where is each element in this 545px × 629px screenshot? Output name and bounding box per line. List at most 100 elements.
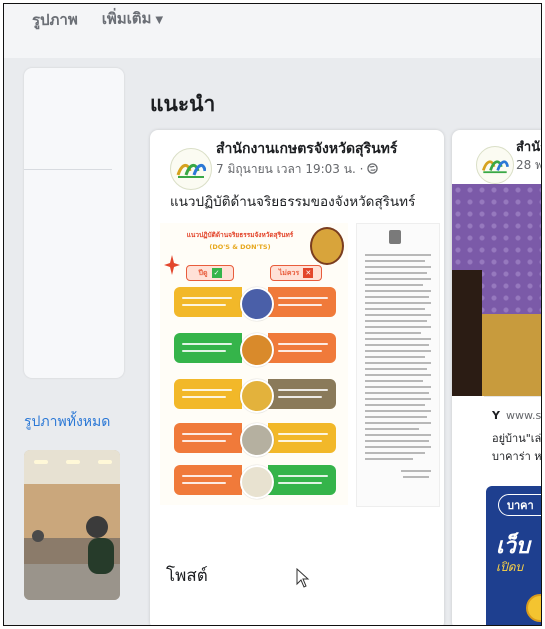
document-line bbox=[365, 404, 425, 406]
document-line bbox=[365, 410, 431, 412]
text-line bbox=[182, 350, 226, 352]
row-do-bar bbox=[174, 287, 242, 317]
cross-icon: ✕ bbox=[303, 268, 314, 278]
text-line bbox=[278, 343, 328, 345]
tab-more-label: เพิ่มเติม bbox=[101, 9, 152, 28]
photo-thumbnail[interactable] bbox=[24, 450, 120, 600]
document-line bbox=[365, 428, 419, 430]
text-line bbox=[182, 475, 232, 477]
link-icon: Y bbox=[492, 409, 500, 422]
globe-icon bbox=[367, 163, 378, 174]
row-dont-bar bbox=[268, 465, 336, 495]
poster-row bbox=[174, 423, 336, 457]
row-do-bar bbox=[174, 379, 242, 409]
row-do-bar bbox=[174, 333, 242, 363]
page-name-link[interactable]: สำนักงานเกษตรจังหวัดสุรินทร์ bbox=[216, 138, 397, 160]
text-line bbox=[278, 297, 328, 299]
ad-link-preview[interactable]: Ywww.s อยู่บ้าน"เล่น บาคาร่า หว bbox=[484, 396, 542, 487]
photo-light bbox=[66, 460, 80, 464]
ad-headline: อยู่บ้าน"เล่น bbox=[492, 432, 542, 445]
top-nav-bar: รูปภาพ เพิ่มเติม ▼ bbox=[4, 4, 541, 58]
document-line bbox=[365, 254, 431, 256]
document-line bbox=[365, 350, 431, 352]
document-line bbox=[365, 344, 429, 346]
document-line bbox=[365, 422, 431, 424]
page-avatar[interactable] bbox=[170, 148, 212, 190]
document-line bbox=[365, 434, 431, 436]
post-meta: 7 มิถุนายน เวลา 19:03 น. · bbox=[216, 160, 378, 179]
text-line bbox=[278, 304, 322, 306]
page-avatar[interactable] bbox=[476, 146, 514, 184]
ad-domain-text: www.s bbox=[505, 409, 542, 422]
document-line bbox=[365, 260, 425, 262]
row-dont-bar bbox=[268, 333, 336, 363]
document-line bbox=[365, 278, 431, 280]
text-line bbox=[182, 396, 226, 398]
page-logo-icon bbox=[176, 164, 206, 178]
ad-image-blue[interactable]: บาคา เว็บ เปิดบ bbox=[486, 486, 541, 625]
document-line bbox=[365, 362, 431, 364]
document-line bbox=[365, 356, 425, 358]
document-line bbox=[365, 392, 429, 394]
text-line bbox=[182, 343, 232, 345]
text-line bbox=[278, 396, 322, 398]
post-timestamp[interactable]: 28 พฤ bbox=[516, 156, 541, 175]
post-image-poster[interactable]: แนวปฏิบัติด้านจริยธรรมจังหวัดสุรินทร์ (D… bbox=[160, 223, 348, 505]
row-dont-bar bbox=[268, 379, 336, 409]
document-line bbox=[365, 458, 413, 460]
row-illustration bbox=[240, 423, 274, 457]
document-line bbox=[365, 338, 431, 340]
post-image-purple[interactable] bbox=[452, 184, 541, 396]
post-timestamp[interactable]: 7 มิถุนายน เวลา 19:03 น. · bbox=[216, 162, 363, 176]
mouse-cursor-icon bbox=[296, 568, 310, 588]
photo-ceiling bbox=[24, 450, 120, 484]
text-line bbox=[182, 482, 226, 484]
document-line bbox=[365, 266, 431, 268]
poster-title: แนวปฏิบัติด้านจริยธรรมจังหวัดสุรินทร์ bbox=[186, 231, 294, 239]
recommended-post-card: สำนักงานเกษตรจังหวัดสุรินทร์ 7 มิถุนายน … bbox=[150, 130, 444, 625]
document-line bbox=[365, 368, 427, 370]
document-line bbox=[365, 326, 431, 328]
screen-frame: รูปภาพ เพิ่มเติม ▼ รูปภาพทั้งหมด แนะนำ สำ… bbox=[3, 3, 542, 626]
second-post-card: สำนัก 28 พฤ Ywww.s อยู่บ้าน"เล่น บาคาร่า… bbox=[452, 130, 542, 625]
document-line bbox=[365, 296, 429, 298]
do-tag: ปีดู ✓ bbox=[186, 265, 234, 281]
document-line bbox=[365, 272, 427, 274]
document-line bbox=[365, 380, 423, 382]
document-line bbox=[365, 314, 431, 316]
image-gold-ornament bbox=[482, 314, 541, 396]
section-title: แนะนำ bbox=[150, 92, 216, 116]
ad-pill-button[interactable]: บาคา bbox=[498, 494, 541, 516]
dont-tag-label: ไม่ควร bbox=[278, 268, 300, 277]
document-line bbox=[365, 320, 427, 322]
row-illustration bbox=[240, 379, 274, 413]
poster-subtitle: (DO'S & DON'TS) bbox=[209, 243, 271, 251]
document-emblem bbox=[389, 230, 401, 244]
do-tag-label: ปีดู bbox=[198, 268, 208, 277]
left-intro-panel bbox=[24, 68, 124, 378]
chevron-down-icon: ▼ bbox=[155, 14, 164, 26]
row-dont-bar bbox=[268, 287, 336, 317]
document-line bbox=[365, 374, 431, 376]
text-line bbox=[278, 482, 322, 484]
page-name-link[interactable]: สำนัก bbox=[516, 136, 541, 157]
photo-light bbox=[98, 460, 112, 464]
poster-row bbox=[174, 287, 336, 321]
document-signature-line bbox=[403, 476, 429, 478]
photo-light bbox=[34, 460, 48, 464]
tab-more[interactable]: เพิ่มเติม ▼ bbox=[102, 6, 164, 31]
left-divider bbox=[24, 169, 112, 170]
see-all-photos-link[interactable]: รูปภาพทั้งหมด bbox=[24, 411, 110, 433]
row-illustration bbox=[240, 287, 274, 321]
document-line bbox=[365, 332, 421, 334]
document-line bbox=[365, 308, 425, 310]
post-image-document[interactable] bbox=[356, 223, 440, 507]
poster-row bbox=[174, 379, 336, 413]
tab-photos[interactable]: รูปภาพ bbox=[32, 7, 78, 32]
image-dark-frame bbox=[452, 270, 482, 396]
posts-section-label: โพสต์ bbox=[166, 566, 208, 586]
text-line bbox=[278, 475, 328, 477]
text-line bbox=[182, 440, 226, 442]
photo-person bbox=[32, 530, 44, 542]
text-line bbox=[182, 297, 232, 299]
